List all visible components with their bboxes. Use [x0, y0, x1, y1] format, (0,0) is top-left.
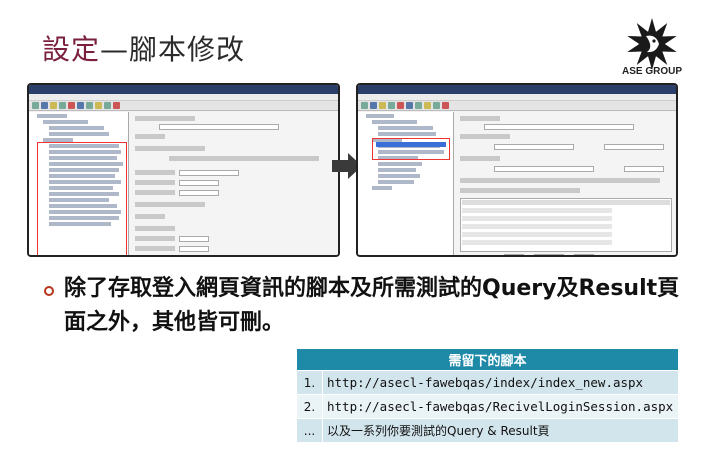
toolbar-button: [95, 102, 102, 109]
toolbar-button: [406, 102, 413, 109]
http-request-panel: [454, 112, 676, 255]
row-index: 1.: [296, 370, 323, 395]
table-header: 需留下的腳本: [296, 348, 679, 371]
toolbar-button: [59, 102, 66, 109]
row-index: ...: [296, 418, 323, 443]
slide-title-accent: 設定: [42, 33, 101, 66]
highlight-box: [37, 142, 127, 255]
scripts-table: 需留下的腳本 1. http://asecl-fawebqas/index/in…: [296, 348, 679, 443]
bullet-circle-icon: [44, 286, 54, 296]
jmeter-screenshot-before: [27, 83, 340, 257]
toolbar-button: [433, 102, 440, 109]
highlight-box: [372, 138, 450, 160]
bullet-text: 除了存取登入網頁資訊的腳本及所需測試的Query及Result頁面之外，其他皆可…: [64, 276, 680, 335]
presentation-slide: 設定—腳本修改 ASE GROUP 除了存取登入網頁資訊的腳本及所需測試的Que…: [0, 0, 701, 459]
menu-bar: [358, 94, 676, 101]
toolbar-button: [68, 102, 75, 109]
row-value: 以及一系列你要測試的Query & Result頁: [322, 418, 679, 443]
window-titlebar: [358, 85, 676, 94]
toolbar-button: [32, 102, 39, 109]
toolbar-button: [370, 102, 377, 109]
test-plan-tree: [358, 112, 454, 255]
toolbar-button: [379, 102, 386, 109]
toolbar-button: [104, 102, 111, 109]
slide-title-rest: —腳本修改: [100, 33, 246, 66]
table-row: 1. http://asecl-fawebqas/index/index_new…: [296, 370, 679, 395]
jmeter-screenshot-after: [356, 83, 678, 257]
row-value: http://asecl-fawebqas/RecivelLoginSessio…: [322, 394, 679, 419]
toolbar-button: [86, 102, 93, 109]
table-row: 2. http://asecl-fawebqas/RecivelLoginSes…: [296, 394, 679, 419]
slide-title: 設定—腳本修改: [42, 28, 245, 68]
toolbar: [29, 101, 338, 111]
toolbar-button: [77, 102, 84, 109]
toolbar-button: [41, 102, 48, 109]
toolbar-button: [424, 102, 431, 109]
row-value: http://asecl-fawebqas/index/index_new.as…: [322, 370, 679, 395]
toolbar-button: [397, 102, 404, 109]
settings-panel: [129, 112, 338, 255]
menu-bar: [29, 94, 338, 101]
table-row: ... 以及一系列你要測試的Query & Result頁: [296, 418, 679, 443]
logo-text: ASE GROUP: [621, 66, 682, 77]
toolbar: [358, 101, 676, 111]
test-plan-tree: [29, 112, 129, 255]
table-header-row: 需留下的腳本: [296, 348, 679, 371]
toolbar-button: [442, 102, 449, 109]
toolbar-button: [415, 102, 422, 109]
toolbar-button: [50, 102, 57, 109]
toolbar-button: [388, 102, 395, 109]
window-titlebar: [29, 85, 338, 94]
toolbar-button: [361, 102, 368, 109]
row-index: 2.: [296, 394, 323, 419]
toolbar-button: [113, 102, 120, 109]
